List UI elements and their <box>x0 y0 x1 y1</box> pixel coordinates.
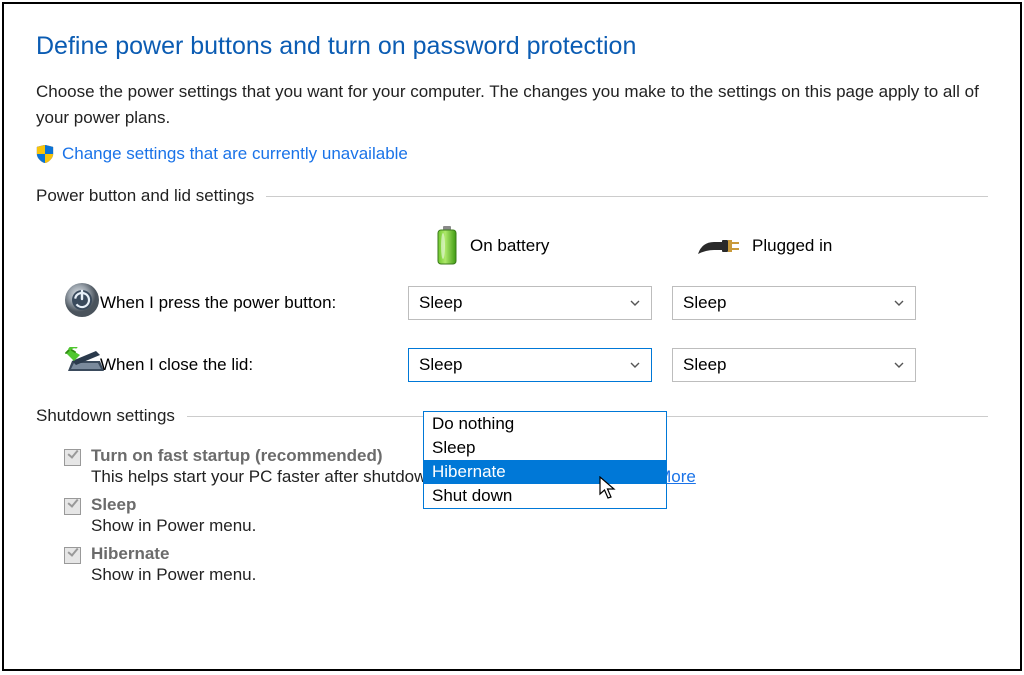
checkbox-title-hibernate: Hibernate <box>91 544 169 563</box>
column-headers: On battery Plugged in <box>36 226 988 266</box>
checkbox-title-sleep: Sleep <box>91 495 136 514</box>
checkbox-desc-hibernate: Show in Power menu. <box>91 565 988 585</box>
chevron-down-icon <box>893 359 905 371</box>
row-label-close-lid: When I close the lid: <box>84 355 408 375</box>
dropdown-close-lid-battery[interactable]: Do nothing Sleep Hibernate Shut down <box>423 411 667 509</box>
plug-icon <box>696 234 740 258</box>
chevron-down-icon <box>629 359 641 371</box>
section-header-power-button: Power button and lid settings <box>36 186 988 206</box>
change-settings-link[interactable]: Change settings that are currently unava… <box>62 144 408 164</box>
combo-power-button-plugged[interactable]: Sleep <box>672 286 916 320</box>
row-label-power-button: When I press the power button: <box>84 293 408 313</box>
setting-row-close-lid: When I close the lid: Sleep Sleep <box>36 347 988 382</box>
col-head-battery-label: On battery <box>470 236 549 256</box>
setting-row-power-button: When I press the power button: Sleep Sle… <box>36 282 988 323</box>
checkbox-row-hibernate: Hibernate Show in Power menu. <box>36 544 988 585</box>
dropdown-item[interactable]: Hibernate <box>424 460 666 484</box>
combo-close-lid-battery[interactable]: Sleep <box>408 348 652 382</box>
checkbox-title-fast-startup: Turn on fast startup (recommended) <box>91 446 383 465</box>
checkbox-hibernate[interactable] <box>64 547 81 564</box>
col-head-plugged: Plugged in <box>696 234 956 258</box>
combo-close-lid-plugged[interactable]: Sleep <box>672 348 916 382</box>
checkbox-sleep[interactable] <box>64 498 81 515</box>
chevron-down-icon <box>629 297 641 309</box>
combo-power-button-battery[interactable]: Sleep <box>408 286 652 320</box>
col-head-plugged-label: Plugged in <box>752 236 832 256</box>
checkbox-desc-sleep: Show in Power menu. <box>91 516 988 536</box>
dropdown-item[interactable]: Do nothing <box>424 412 666 436</box>
checkbox-fast-startup[interactable] <box>64 449 81 466</box>
dropdown-item[interactable]: Sleep <box>424 436 666 460</box>
dropdown-item[interactable]: Shut down <box>424 484 666 508</box>
chevron-down-icon <box>893 297 905 309</box>
col-head-battery: On battery <box>436 226 696 266</box>
shield-icon <box>36 145 54 163</box>
page-title: Define power buttons and turn on passwor… <box>36 32 988 61</box>
battery-icon <box>436 226 458 266</box>
page-description: Choose the power settings that you want … <box>36 79 988 130</box>
